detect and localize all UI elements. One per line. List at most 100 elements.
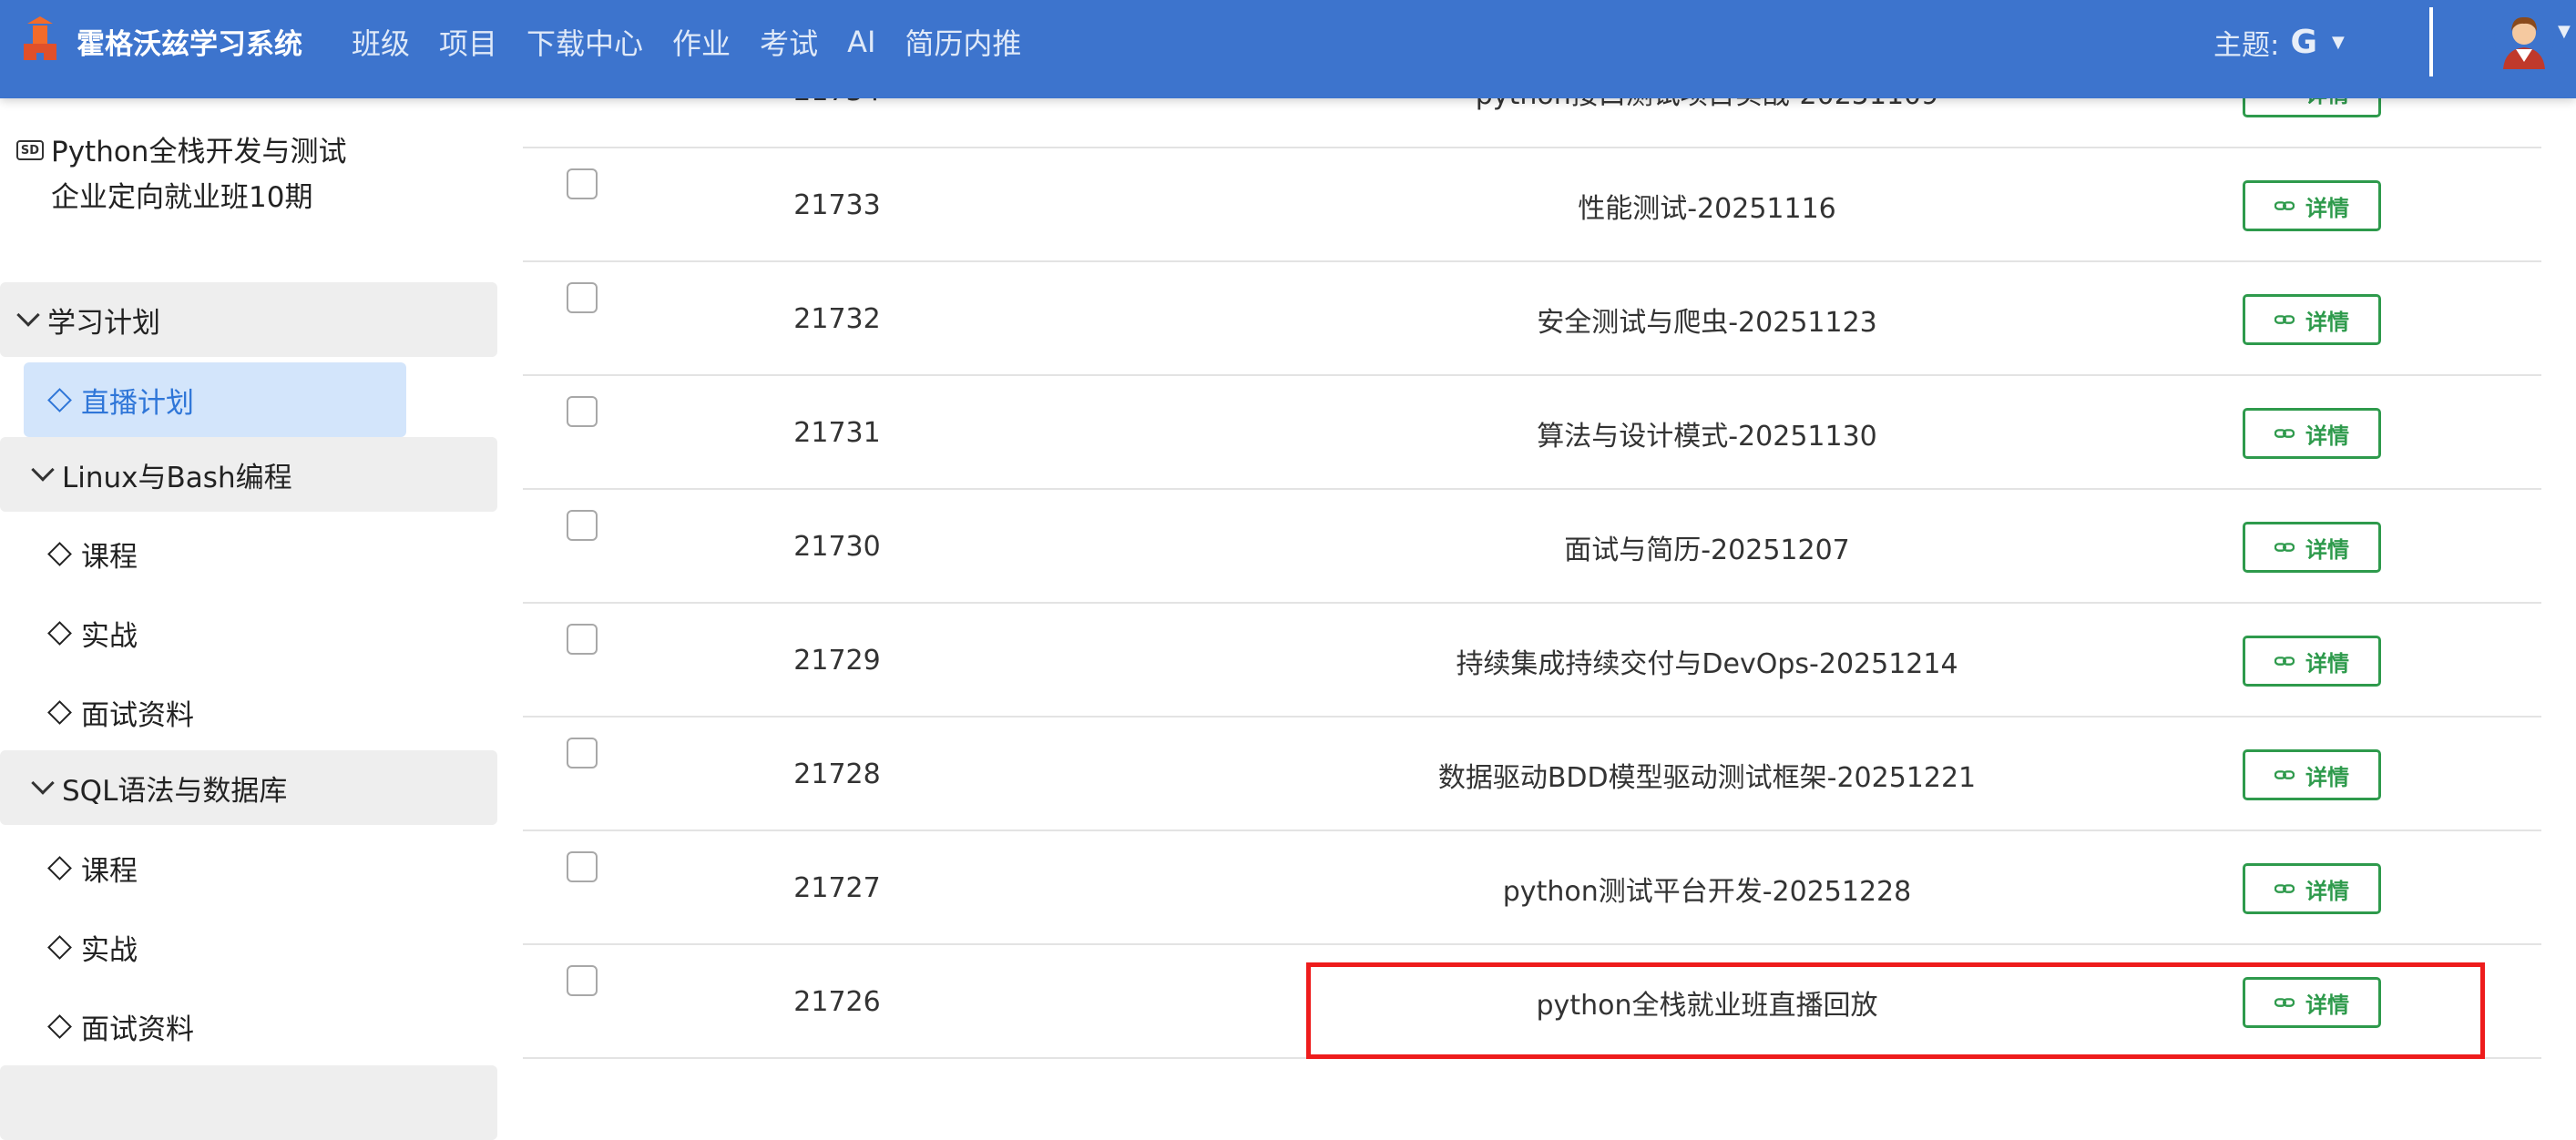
detail-button[interactable]: 详情 [2243,977,2381,1028]
row-checkbox[interactable] [567,738,598,768]
diamond-icon [47,387,72,412]
nav-item-resume[interactable]: 简历内推 [905,21,1021,63]
detail-button[interactable]: 详情 [2243,180,2381,231]
app-title: 霍格沃兹学习系统 [77,27,302,61]
detail-label: 详情 [2305,536,2349,563]
avatar[interactable] [2494,9,2554,69]
sidebar-item-sql-practice[interactable]: 实战 [47,910,138,984]
link-icon [2274,429,2295,438]
diamond-icon [47,1013,72,1039]
sidebar-item-label: 课程 [81,540,138,574]
row-checkbox[interactable] [567,510,598,541]
avatar-caret-down-icon[interactable]: ▼ [2558,22,2571,41]
table-row: 21730 面试与简历-20251207 详情 [523,490,2541,604]
brand[interactable]: 霍格沃兹学习系统 [20,16,302,66]
nav-item-homework[interactable]: 作业 [672,21,731,63]
sidebar-group-label: SQL语法与数据库 [62,774,288,808]
link-icon [2274,884,2295,893]
diamond-icon [47,699,72,725]
sidebar-item-sql-course[interactable]: 课程 [47,830,138,905]
table-row: 21733 性能测试-20251116 详情 [523,148,2541,262]
link-icon [2274,201,2295,210]
sidebar-item-linux-course[interactable]: 课程 [47,516,138,591]
table-row: 21726 python全栈就业班直播回放 详情 [523,945,2541,1059]
nav-item-download[interactable]: 下载中心 [526,21,643,63]
detail-button[interactable]: 详情 [2243,863,2381,914]
detail-button[interactable]: 详情 [2243,294,2381,345]
row-name: 安全测试与爬虫-20251123 [1537,306,1877,339]
detail-label: 详情 [2305,650,2349,677]
caret-down-icon: ▼ [2332,32,2345,52]
sidebar-group-next[interactable] [0,1065,497,1140]
row-name: python全栈就业班直播回放 [1536,989,1878,1022]
nav-item-project[interactable]: 项目 [439,21,497,63]
nav-item-class[interactable]: 班级 [352,21,410,63]
chevron-down-icon [31,458,55,482]
row-checkbox[interactable] [567,168,598,199]
theme-switcher[interactable]: 主题: G ▼ [2213,20,2345,64]
top-navbar: 霍格沃兹学习系统 班级 项目 下载中心 作业 考试 AI 简历内推 主题: G … [0,0,2576,98]
castle-logo-icon [24,16,56,60]
row-id: 21732 [793,303,881,335]
theme-value: G [2290,23,2318,61]
table-row: 21727 python测试平台开发-20251228 详情 [523,831,2541,945]
sidebar: SD Python全栈开发与测试企业定向就业班10期 学习计划 直播计划 Lin… [0,98,499,1140]
detail-button[interactable]: 详情 [2243,636,2381,687]
table-row: 21728 数据驱动BDD模型驱动测试框架-20251221 详情 [523,718,2541,831]
diamond-icon [47,541,72,566]
row-checkbox[interactable] [567,965,598,996]
detail-label: 详情 [2305,878,2349,904]
course-title: Python全栈开发与测试企业定向就业班10期 [51,136,347,214]
row-id: 21730 [793,531,881,563]
diamond-icon [47,855,72,880]
sidebar-item-linux-interview[interactable]: 面试资料 [47,675,194,749]
row-id: 21733 [793,189,881,221]
nav-item-exam[interactable]: 考试 [760,21,818,63]
row-name: python测试平台开发-20251228 [1502,875,1912,908]
nav-item-ai[interactable]: AI [847,25,875,59]
detail-button[interactable]: 详情 [2243,749,2381,800]
detail-label: 详情 [2305,764,2349,790]
link-icon [2274,770,2295,779]
sidebar-item-live-plan[interactable]: 直播计划 [24,362,406,437]
row-checkbox[interactable] [567,851,598,882]
live-plan-table: 21734 python接口测试项目实战-20251109 详情 21733 性… [523,55,2541,1093]
row-name: 面试与简历-20251207 [1564,534,1850,566]
detail-label: 详情 [2305,195,2349,221]
row-checkbox[interactable] [567,396,598,427]
table-row: 21732 安全测试与爬虫-20251123 详情 [523,262,2541,376]
sidebar-group-linux-bash[interactable]: Linux与Bash编程 [0,437,497,512]
row-id: 21729 [793,645,881,677]
row-name: 数据驱动BDD模型驱动测试框架-20251221 [1437,761,1977,794]
row-id: 21728 [793,758,881,790]
row-id: 21731 [793,417,881,449]
sidebar-item-linux-practice[interactable]: 实战 [47,595,138,670]
theme-label: 主题: [2213,28,2280,62]
link-icon [2274,998,2295,1007]
row-name: 算法与设计模式-20251130 [1537,420,1877,453]
row-id: 21726 [793,986,881,1018]
row-name: 性能测试-20251116 [1578,192,1836,225]
sidebar-group-sql[interactable]: SQL语法与数据库 [0,750,497,825]
row-checkbox[interactable] [567,282,598,313]
row-checkbox[interactable] [567,624,598,655]
table-row: 21731 算法与设计模式-20251130 详情 [523,376,2541,490]
link-icon [2274,543,2295,552]
detail-label: 详情 [2305,309,2349,335]
chevron-down-icon [16,303,40,327]
link-icon [2274,657,2295,666]
detail-button[interactable]: 详情 [2243,522,2381,573]
sidebar-item-label: 实战 [81,933,138,967]
course-header: SD Python全栈开发与测试企业定向就业班10期 [16,129,352,220]
main-nav: 班级 项目 下载中心 作业 考试 AI 简历内推 [352,0,1050,84]
sidebar-item-label: 课程 [81,854,138,888]
row-name: 持续集成持续交付与DevOps-20251214 [1456,647,1958,680]
sidebar-group-study-plan[interactable]: 学习计划 [0,282,497,357]
sidebar-item-label: 直播计划 [81,386,194,420]
detail-button[interactable]: 详情 [2243,408,2381,459]
row-id: 21727 [793,872,881,904]
detail-label: 详情 [2305,992,2349,1018]
sidebar-item-sql-interview[interactable]: 面试资料 [47,989,194,1064]
sidebar-group-label: Linux与Bash编程 [62,461,292,494]
chevron-down-icon [31,771,55,795]
